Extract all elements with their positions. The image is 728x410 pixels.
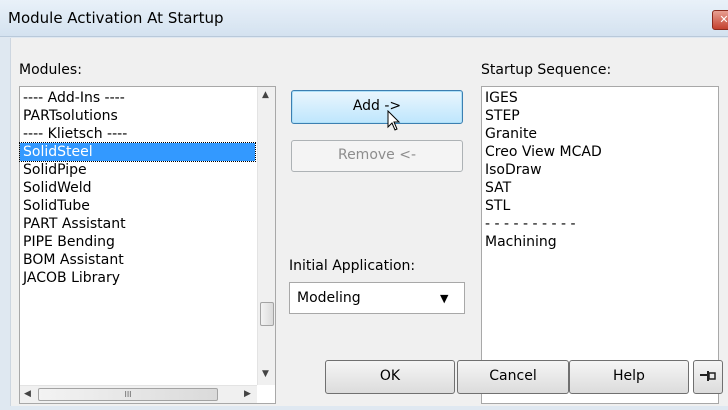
pin-button[interactable] bbox=[693, 360, 723, 394]
ok-button[interactable]: OK bbox=[325, 360, 455, 394]
startup-sequence-item[interactable]: IsoDraw bbox=[482, 161, 712, 179]
initial-application-select[interactable]: Modeling ▼ bbox=[289, 282, 465, 314]
chevron-down-icon[interactable]: ▼ bbox=[440, 292, 448, 305]
modules-list-item[interactable]: PIPE Bending bbox=[20, 233, 255, 251]
scroll-left-icon[interactable]: ◀ bbox=[24, 389, 31, 399]
cancel-button-label: Cancel bbox=[489, 368, 537, 384]
modules-horizontal-scrollbar[interactable]: ◀ III ▶ bbox=[20, 385, 257, 403]
add-button[interactable]: Add -> bbox=[291, 90, 463, 124]
window-title: Module Activation At Startup bbox=[8, 9, 224, 27]
scroll-right-icon[interactable]: ▶ bbox=[244, 389, 251, 399]
startup-sequence-item[interactable]: STL bbox=[482, 197, 712, 215]
dialog-body: Modules: ---- Add-Ins ---- PARTsolutions -… bbox=[10, 38, 728, 406]
pushpin-icon bbox=[700, 371, 716, 381]
scroll-thumb[interactable] bbox=[260, 302, 274, 326]
modules-list-item[interactable]: SolidWeld bbox=[20, 179, 255, 197]
modules-list-item[interactable]: ---- Klietsch ---- bbox=[20, 125, 255, 143]
modules-vertical-scrollbar[interactable]: ▲ ▼ bbox=[257, 87, 275, 385]
modules-list[interactable]: ---- Add-Ins ---- PARTsolutions ---- Kliet… bbox=[19, 86, 276, 404]
startup-sequence-item[interactable]: STEP bbox=[482, 107, 712, 125]
mouse-cursor-icon bbox=[387, 110, 401, 131]
modules-list-item[interactable]: SolidSteel bbox=[19, 142, 256, 162]
modules-list-item[interactable]: PART Assistant bbox=[20, 215, 255, 233]
modules-items: ---- Add-Ins ---- PARTsolutions ---- Kliet… bbox=[19, 89, 256, 287]
help-button[interactable]: Help bbox=[569, 360, 689, 394]
initial-application-value: Modeling bbox=[297, 290, 361, 306]
modules-list-item[interactable]: PARTsolutions bbox=[20, 107, 255, 125]
modules-list-item[interactable]: BOM Assistant bbox=[20, 251, 255, 269]
startup-sequence-item[interactable]: IGES bbox=[482, 89, 712, 107]
startup-sequence-item[interactable]: SAT bbox=[482, 179, 712, 197]
startup-sequence-item[interactable]: - - - - - - - - - - bbox=[482, 215, 712, 233]
modules-list-item[interactable]: SolidPipe bbox=[20, 161, 255, 179]
remove-button-label: Remove <- bbox=[337, 147, 417, 163]
scroll-up-icon[interactable]: ▲ bbox=[262, 90, 269, 100]
startup-sequence-label: Startup Sequence: bbox=[481, 62, 612, 78]
scroll-thumb-horizontal[interactable]: III bbox=[38, 388, 218, 401]
cancel-button[interactable]: Cancel bbox=[457, 360, 569, 394]
scroll-down-icon[interactable]: ▼ bbox=[262, 369, 269, 379]
modules-label: Modules: bbox=[19, 62, 82, 78]
startup-sequence-item[interactable]: Creo View MCAD bbox=[482, 143, 712, 161]
modules-list-item[interactable]: ---- Add-Ins ---- bbox=[20, 89, 255, 107]
startup-sequence-item[interactable]: Machining bbox=[482, 233, 712, 251]
remove-button[interactable]: Remove <- bbox=[291, 140, 463, 172]
modules-list-item[interactable]: SolidTube bbox=[20, 197, 255, 215]
ok-button-label: OK bbox=[379, 368, 401, 384]
help-button-label: Help bbox=[613, 368, 645, 384]
initial-application-label: Initial Application: bbox=[289, 258, 416, 274]
startup-sequence-item[interactable]: Granite bbox=[482, 125, 712, 143]
close-button[interactable]: ✕ bbox=[712, 10, 728, 30]
startup-items: IGES STEP Granite Creo View MCAD IsoDraw SAT S… bbox=[482, 89, 712, 251]
close-icon: ✕ bbox=[719, 13, 728, 26]
title-bar: Module Activation At Startup ✕ bbox=[0, 0, 728, 37]
modules-list-item[interactable]: JACOB Library bbox=[20, 269, 255, 287]
startup-sequence-list[interactable]: IGES STEP Granite Creo View MCAD IsoDraw SAT S… bbox=[481, 86, 719, 404]
